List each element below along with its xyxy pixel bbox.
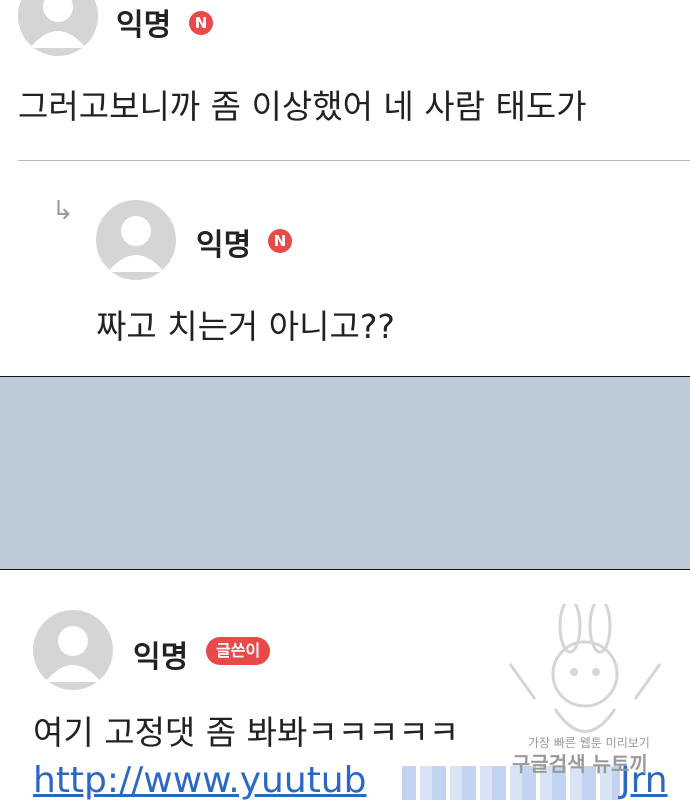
- avatar-default-icon[interactable]: [33, 610, 113, 690]
- author-name[interactable]: 익명: [133, 632, 188, 676]
- comment-link[interactable]: http://www.yuutub: [33, 760, 366, 801]
- avatar-default-icon[interactable]: [18, 0, 98, 56]
- reply-arrow-icon: ↳: [52, 196, 74, 226]
- comment-text: 여기 고정댓 좀 봐봐ㅋㅋㅋㅋㅋ: [33, 713, 460, 752]
- writer-badge: 글쓴이: [206, 637, 271, 665]
- author-name[interactable]: 익명: [116, 0, 171, 44]
- comment-divider: [18, 160, 690, 161]
- panel-gap: [0, 377, 690, 571]
- reply-text: 짜고 치는거 아니고??: [96, 307, 395, 346]
- comment-text: 그러고보니까 좀 이상했어 네 사람 태도가: [18, 87, 587, 126]
- new-badge: N: [268, 229, 292, 253]
- comment-panel-top: 익명 N 그러고보니까 좀 이상했어 네 사람 태도가 ↳ 익명 N 짜고 치는…: [0, 0, 690, 378]
- avatar-default-icon[interactable]: [96, 200, 176, 280]
- watermark-text: 구글검색 뉴토끼: [512, 752, 648, 776]
- new-badge: N: [189, 11, 213, 35]
- author-name[interactable]: 익명: [196, 220, 251, 264]
